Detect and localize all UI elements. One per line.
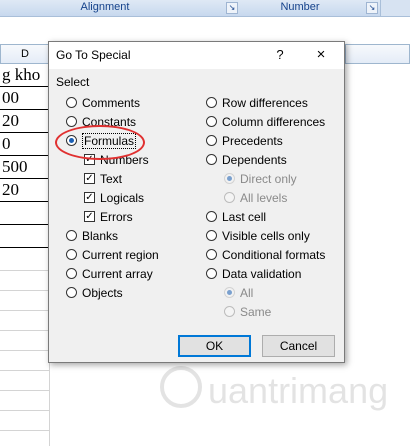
radio-icon xyxy=(66,116,77,127)
radio-icon xyxy=(66,287,77,298)
sheet-cell[interactable]: 00 xyxy=(0,87,50,110)
ribbon-strip: Alignment ↘ Number ↘ xyxy=(0,0,410,17)
radio-label: Precedents xyxy=(222,134,283,148)
radio-label: All xyxy=(240,286,254,300)
radio-icon xyxy=(206,97,217,108)
radio-label: All levels xyxy=(240,191,288,205)
ribbon-group-alignment: Alignment xyxy=(30,0,180,16)
cancel-button[interactable]: Cancel xyxy=(262,335,335,357)
grid-line xyxy=(0,290,50,291)
dialog-titlebar[interactable]: Go To Special ? × xyxy=(49,42,344,69)
radio-icon xyxy=(206,135,217,146)
radio-icon xyxy=(66,249,77,260)
radio-label: Row differences xyxy=(222,96,308,110)
radio-icon xyxy=(66,97,77,108)
checkbox-checked-icon: ✓ xyxy=(84,211,95,222)
sheet-cell[interactable]: g kho xyxy=(0,64,50,87)
grid-line xyxy=(0,410,50,411)
column-header-d[interactable]: D xyxy=(0,44,50,64)
grid-line xyxy=(0,310,50,311)
check-label: Errors xyxy=(100,210,133,224)
close-button[interactable]: × xyxy=(311,45,331,65)
radio-label: Direct only xyxy=(240,172,297,186)
grid-line xyxy=(0,330,50,331)
radio-icon xyxy=(66,230,77,241)
radio-label: Conditional formats xyxy=(222,248,326,262)
dialog-title: Go To Special xyxy=(56,48,131,62)
radio-label: Current array xyxy=(82,267,153,281)
grid-line xyxy=(0,430,50,431)
radio-icon xyxy=(206,249,217,260)
sheet-cell-empty[interactable] xyxy=(0,225,50,248)
grid-line xyxy=(0,270,50,271)
radio-icon xyxy=(206,116,217,127)
radio-label: Current region xyxy=(82,248,159,262)
ok-button[interactable]: OK xyxy=(178,335,251,357)
column-header-next[interactable] xyxy=(345,44,410,64)
grid-line xyxy=(0,370,50,371)
grid-line xyxy=(0,390,50,391)
ribbon-group-number: Number xyxy=(240,0,360,16)
cell-text: 500 xyxy=(2,157,28,176)
cell-text: 20 xyxy=(2,180,19,199)
radio-label: Comments xyxy=(82,96,141,110)
ribbon-group-next xyxy=(380,0,410,16)
cell-text: 00 xyxy=(2,88,19,107)
sheet-cell-empty[interactable] xyxy=(0,202,50,225)
checkbox-checked-icon: ✓ xyxy=(84,192,95,203)
sheet-cell[interactable]: 0 xyxy=(0,133,50,156)
radio-label: Last cell xyxy=(222,210,267,224)
alignment-launcher-icon[interactable]: ↘ xyxy=(226,2,238,14)
ribbon-group-label: Alignment xyxy=(80,1,130,13)
radio-icon xyxy=(206,230,217,241)
radio-icon xyxy=(206,268,217,279)
radio-label: Dependents xyxy=(222,153,287,167)
radio-label: Same xyxy=(240,305,272,319)
radio-disabled-icon xyxy=(224,306,235,317)
radio-label: Blanks xyxy=(82,229,119,243)
radio-label: Column differences xyxy=(222,115,326,129)
ribbon-group-label: Number xyxy=(280,1,320,13)
select-group-label: Select xyxy=(56,75,90,89)
radio-icon xyxy=(66,268,77,279)
checkbox-checked-icon: ✓ xyxy=(84,173,95,184)
sheet-cell[interactable]: 20 xyxy=(0,110,50,133)
go-to-special-dialog: Go To Special ? × Select Comments Consta… xyxy=(48,41,345,363)
radio-label: Visible cells only xyxy=(222,229,310,243)
radio-icon xyxy=(206,211,217,222)
help-button[interactable]: ? xyxy=(271,46,289,64)
radio-disabled-selected-icon xyxy=(224,173,235,184)
column-header-label: D xyxy=(21,48,29,60)
grid-line xyxy=(0,350,50,351)
radio-label: Objects xyxy=(82,286,123,300)
cell-text: g kho xyxy=(2,65,41,84)
watermark-logo: uantrimang xyxy=(160,360,410,420)
radio-disabled-selected-icon xyxy=(224,287,235,298)
radio-disabled-icon xyxy=(224,192,235,203)
watermark-circle-icon xyxy=(160,366,202,408)
radio-icon xyxy=(206,154,217,165)
number-launcher-icon[interactable]: ↘ xyxy=(366,2,378,14)
cell-text: 20 xyxy=(2,111,19,130)
check-label: Logicals xyxy=(100,191,145,205)
cell-text: 0 xyxy=(2,134,11,153)
check-label: Text xyxy=(100,172,123,186)
radio-label: Data validation xyxy=(222,267,302,281)
sheet-cell[interactable]: 500 xyxy=(0,156,50,179)
watermark-text: uantrimang xyxy=(208,370,389,411)
sheet-cell[interactable]: 20 xyxy=(0,179,50,202)
formulas-highlight-ellipse xyxy=(55,125,145,160)
